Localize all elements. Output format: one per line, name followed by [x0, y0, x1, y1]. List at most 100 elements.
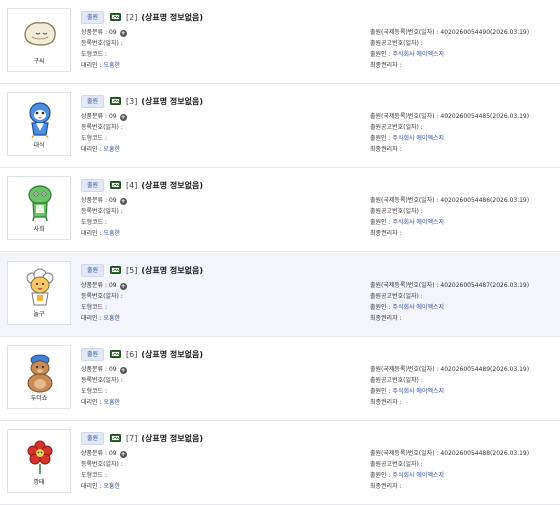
left-fields: 상품분류 : 09 + 등록번호(일자) : 도형코드 : 대리인 : 오흥한 [81, 27, 127, 71]
reg-no-row: 등록번호(일자) : [81, 293, 123, 300]
status-badge: 출원 [81, 94, 105, 108]
design-code-row: 도형코드 : [81, 219, 108, 226]
item-number: [4] [126, 180, 138, 190]
trademark-thumbnail[interactable]: 깡태 [7, 429, 71, 493]
item-header: 출원 [2] (상표명 정보없음) [81, 10, 203, 24]
design-code-row: 도형코드 : [81, 472, 108, 479]
trademark-name-link[interactable]: (상표명 정보없음) [141, 12, 203, 23]
result-item[interactable]: 놀구 출원 [5] (상표명 정보없음) 상품분류 : 09 + 등록번호(일자)… [0, 253, 560, 337]
right-fields: 출원(국제등록)번호(일자) : 4020260054489(2026.03.1… [370, 364, 529, 408]
reg-no-row: 등록번호(일자) : [81, 208, 123, 215]
reg-no-row: 등록번호(일자) : [81, 124, 123, 131]
final-holder-row: 최종권리자 : [370, 230, 402, 237]
agent-link[interactable]: 오흥한 [103, 315, 120, 322]
item-number: [7] [126, 433, 138, 443]
plus-icon[interactable]: + [119, 451, 127, 458]
applicant-link[interactable]: 주식회사 에이엑스지 [392, 51, 444, 58]
agent-link[interactable]: 오흥한 [103, 483, 120, 490]
final-holder-row: 최종권리자 : [370, 146, 402, 153]
result-item[interactable]: 두더쇼 출원 [6] (상표명 정보없음) 상품분류 : 09 + 등록번호(일자… [0, 337, 560, 421]
thumbnail-caption: 두더쇼 [30, 395, 48, 402]
reg-no-row: 등록번호(일자) : [81, 377, 123, 384]
trademark-name-link[interactable]: (상표명 정보없음) [141, 180, 203, 191]
class-row: 상품분류 : 09 + [81, 366, 127, 374]
result-item[interactable]: 깡태 출원 [7] (상표명 정보없음) 상품분류 : 09 + 등록번호(일자)… [0, 421, 560, 505]
agent-row: 대리인 : 오흥한 [81, 62, 120, 69]
result-item[interactable]: 구씨 출원 [2] (상표명 정보없음) 상품분류 : 09 + 등록번호(일자)… [0, 0, 560, 84]
trademark-type-icon [110, 350, 122, 358]
plus-icon[interactable]: + [119, 283, 127, 290]
thumbnail-caption: 놀구 [33, 311, 45, 318]
item-number: [2] [126, 12, 138, 22]
right-fields: 출원(국제등록)번호(일자) : 4020260054486(2026.03.1… [370, 195, 529, 239]
app-no-row: 출원(국제등록)번호(일자) : 4020260054485(2026.03.1… [370, 113, 530, 120]
trademark-type-icon [110, 266, 122, 274]
trademark-result-list: 구씨 출원 [2] (상표명 정보없음) 상품분류 : 09 + 등록번호(일자)… [0, 0, 560, 505]
trademark-name-link[interactable]: (상표명 정보없음) [141, 349, 203, 360]
final-holder-row: 최종권리자 : [370, 62, 402, 69]
trademark-thumbnail[interactable]: 두더쇼 [7, 345, 71, 409]
trademark-thumbnail[interactable]: 사희 [7, 176, 71, 240]
applicant-link[interactable]: 주식회사 에이엑스지 [392, 388, 444, 395]
design-code-row: 도형코드 : [81, 304, 108, 311]
trademark-type-icon [110, 97, 122, 105]
final-holder-row: 최종권리자 : [370, 399, 402, 406]
applicant-link[interactable]: 주식회사 에이엑스지 [392, 472, 444, 479]
agent-row: 대리인 : 오흥한 [81, 483, 120, 490]
class-row: 상품분류 : 09 + [81, 450, 127, 458]
item-number: [5] [126, 265, 138, 275]
item-number: [3] [126, 96, 138, 106]
pub-no-row: 출원공고번호(일자) : [370, 293, 423, 300]
plus-icon[interactable]: + [119, 114, 127, 121]
design-code-row: 도형코드 : [81, 135, 108, 142]
reg-no-row: 등록번호(일자) : [81, 461, 123, 468]
trademark-thumbnail[interactable]: 놀구 [7, 261, 71, 325]
plus-icon[interactable]: + [119, 198, 127, 205]
applicant-row: 출원인 : 주식회사 에이엑스지 [370, 135, 445, 142]
applicant-link[interactable]: 주식회사 에이엑스지 [392, 304, 444, 311]
agent-row: 대리인 : 오흥한 [81, 315, 120, 322]
agent-link[interactable]: 오흥한 [103, 62, 120, 69]
applicant-link[interactable]: 주식회사 에이엑스지 [392, 219, 444, 226]
final-holder-row: 최종권리자 : [370, 483, 402, 490]
pub-no-row: 출원공고번호(일자) : [370, 461, 423, 468]
result-item[interactable]: 대식 출원 [3] (상표명 정보없음) 상품분류 : 09 + 등록번호(일자)… [0, 84, 560, 168]
app-no-row: 출원(국제등록)번호(일자) : 4020260054489(2026.03.1… [370, 366, 530, 373]
trademark-thumbnail[interactable]: 구씨 [7, 8, 71, 72]
app-no-row: 출원(국제등록)번호(일자) : 4020260054488(2026.03.1… [370, 450, 530, 457]
applicant-link[interactable]: 주식회사 에이엑스지 [392, 135, 444, 142]
status-badge: 출원 [81, 347, 105, 361]
class-row: 상품분류 : 09 + [81, 197, 127, 205]
item-header: 출원 [4] (상표명 정보없음) [81, 178, 203, 192]
agent-link[interactable]: 오흥한 [103, 146, 120, 153]
agent-row: 대리인 : 오흥한 [81, 230, 120, 237]
pub-no-row: 출원공고번호(일자) : [370, 124, 423, 131]
trademark-name-link[interactable]: (상표명 정보없음) [141, 265, 203, 276]
result-item[interactable]: 사희 출원 [4] (상표명 정보없음) 상품분류 : 09 + 등록번호(일자)… [0, 168, 560, 252]
agent-link[interactable]: 오흥한 [103, 399, 120, 406]
item-header: 출원 [7] (상표명 정보없음) [81, 431, 203, 445]
trademark-name-link[interactable]: (상표명 정보없음) [141, 433, 203, 444]
agent-link[interactable]: 오흥한 [103, 230, 120, 237]
item-header: 출원 [5] (상표명 정보없음) [81, 263, 203, 277]
status-badge: 출원 [81, 431, 105, 445]
item-header: 출원 [3] (상표명 정보없음) [81, 94, 203, 108]
final-holder-row: 최종권리자 : [370, 315, 402, 322]
pub-no-row: 출원공고번호(일자) : [370, 40, 423, 47]
reg-no-row: 등록번호(일자) : [81, 40, 123, 47]
left-fields: 상품분류 : 09 + 등록번호(일자) : 도형코드 : 대리인 : 오흥한 [81, 448, 127, 492]
thumbnail-caption: 깡태 [33, 479, 45, 486]
class-row: 상품분류 : 09 + [81, 29, 127, 37]
trademark-thumbnail[interactable]: 대식 [7, 92, 71, 156]
left-fields: 상품분류 : 09 + 등록번호(일자) : 도형코드 : 대리인 : 오흥한 [81, 195, 127, 239]
right-fields: 출원(국제등록)번호(일자) : 4020260054485(2026.03.1… [370, 111, 529, 155]
pub-no-row: 출원공고번호(일자) : [370, 377, 423, 384]
app-no-row: 출원(국제등록)번호(일자) : 4020260054486(2026.03.1… [370, 197, 530, 204]
agent-row: 대리인 : 오흥한 [81, 146, 120, 153]
trademark-name-link[interactable]: (상표명 정보없음) [141, 96, 203, 107]
design-code-row: 도형코드 : [81, 51, 108, 58]
plus-icon[interactable]: + [119, 367, 127, 374]
plus-icon[interactable]: + [119, 30, 127, 37]
left-fields: 상품분류 : 09 + 등록번호(일자) : 도형코드 : 대리인 : 오흥한 [81, 280, 127, 324]
status-badge: 출원 [81, 263, 105, 277]
